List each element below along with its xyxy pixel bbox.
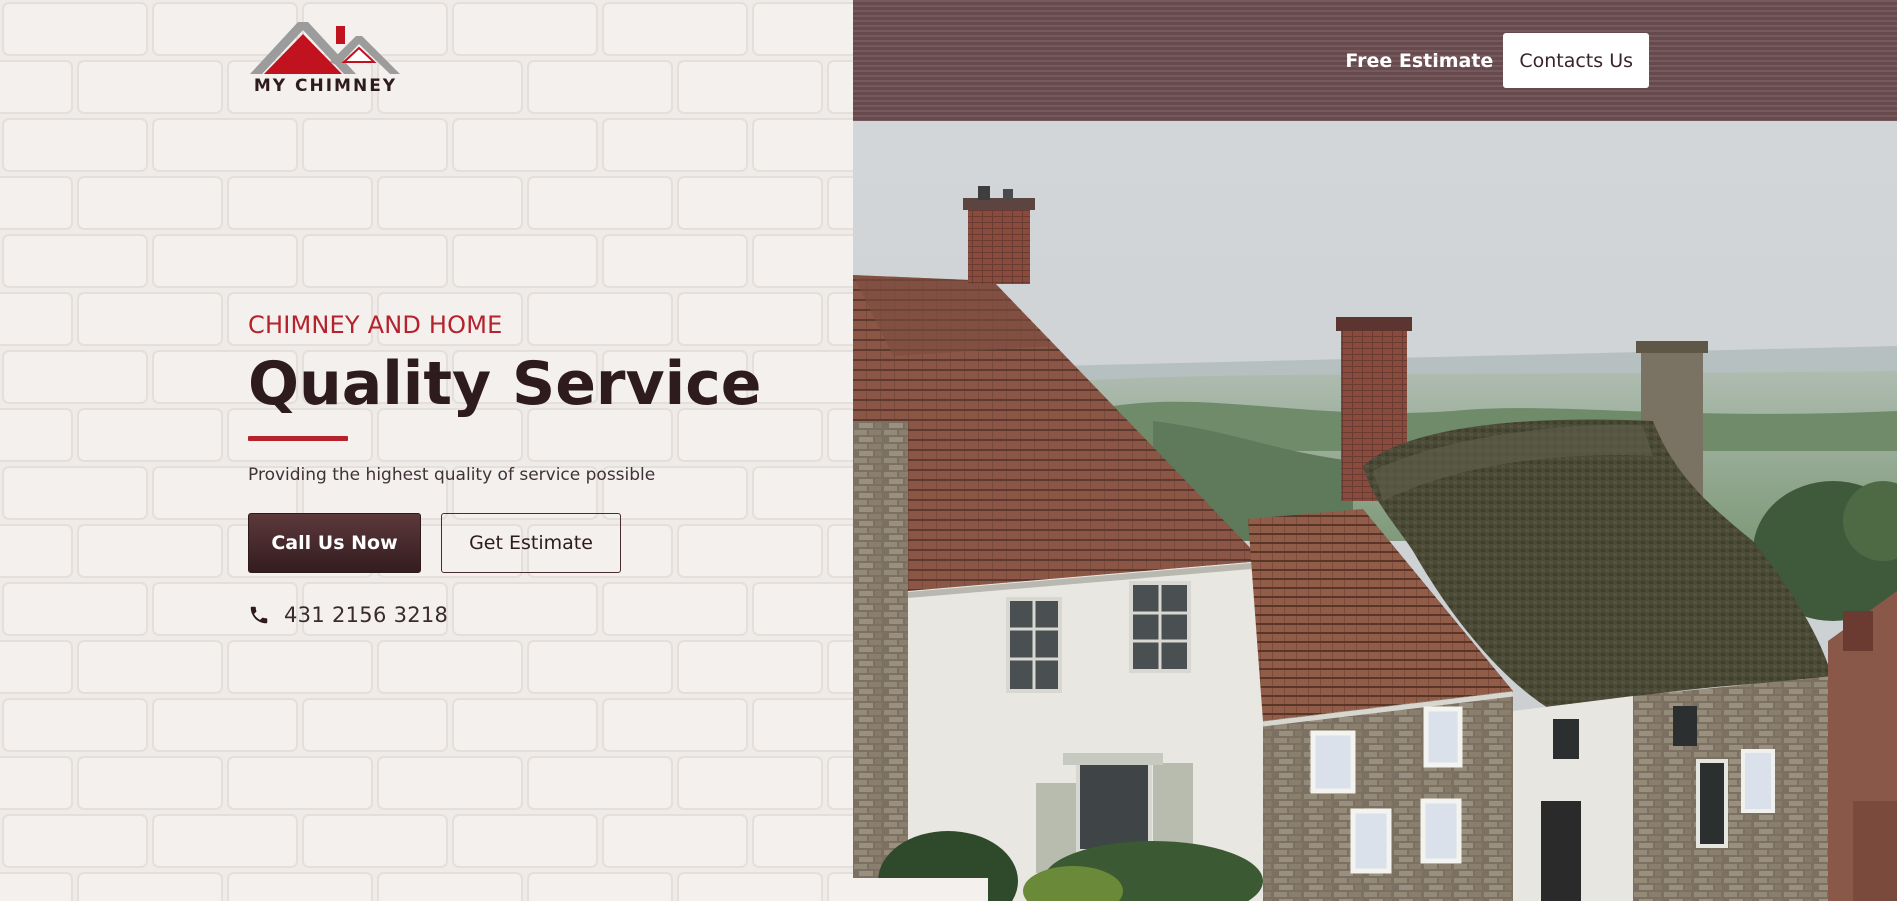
contacts-us-button[interactable]: Contacts Us xyxy=(1503,33,1649,88)
get-estimate-button[interactable]: Get Estimate xyxy=(441,513,621,573)
corner-tab xyxy=(853,878,988,901)
hero-subtitle: Providing the highest quality of service… xyxy=(248,465,656,485)
free-estimate-link[interactable]: Free Estimate xyxy=(1345,50,1493,72)
hero-content: CHIMNEY AND HOME Quality Service Providi… xyxy=(248,308,828,627)
phone-number: 431 2156 3218 xyxy=(284,603,449,627)
logo[interactable]: MY CHIMNEY xyxy=(248,18,403,100)
hero-right-panel: Free Estimate Contacts Us xyxy=(853,0,1897,901)
hero-button-row: Call Us Now Get Estimate xyxy=(248,513,828,573)
house-roof-logo-icon xyxy=(250,22,400,74)
call-us-now-button[interactable]: Call Us Now xyxy=(248,513,421,573)
phone-contact[interactable]: 431 2156 3218 xyxy=(248,603,828,627)
houses-photo xyxy=(853,121,1897,901)
top-navigation-bar: Free Estimate Contacts Us xyxy=(853,0,1897,121)
landing-page: MY CHIMNEY CHIMNEY AND HOME Quality Serv… xyxy=(0,0,1897,901)
hero-eyebrow: CHIMNEY AND HOME xyxy=(248,311,503,339)
phone-icon xyxy=(248,604,270,626)
hero-left-panel: MY CHIMNEY CHIMNEY AND HOME Quality Serv… xyxy=(0,0,853,901)
accent-divider xyxy=(248,436,348,441)
main-nav: Free Estimate Contacts Us xyxy=(1345,33,1649,88)
hero-headline: Quality Service xyxy=(248,349,762,419)
brand-name: MY CHIMNEY xyxy=(253,76,398,96)
